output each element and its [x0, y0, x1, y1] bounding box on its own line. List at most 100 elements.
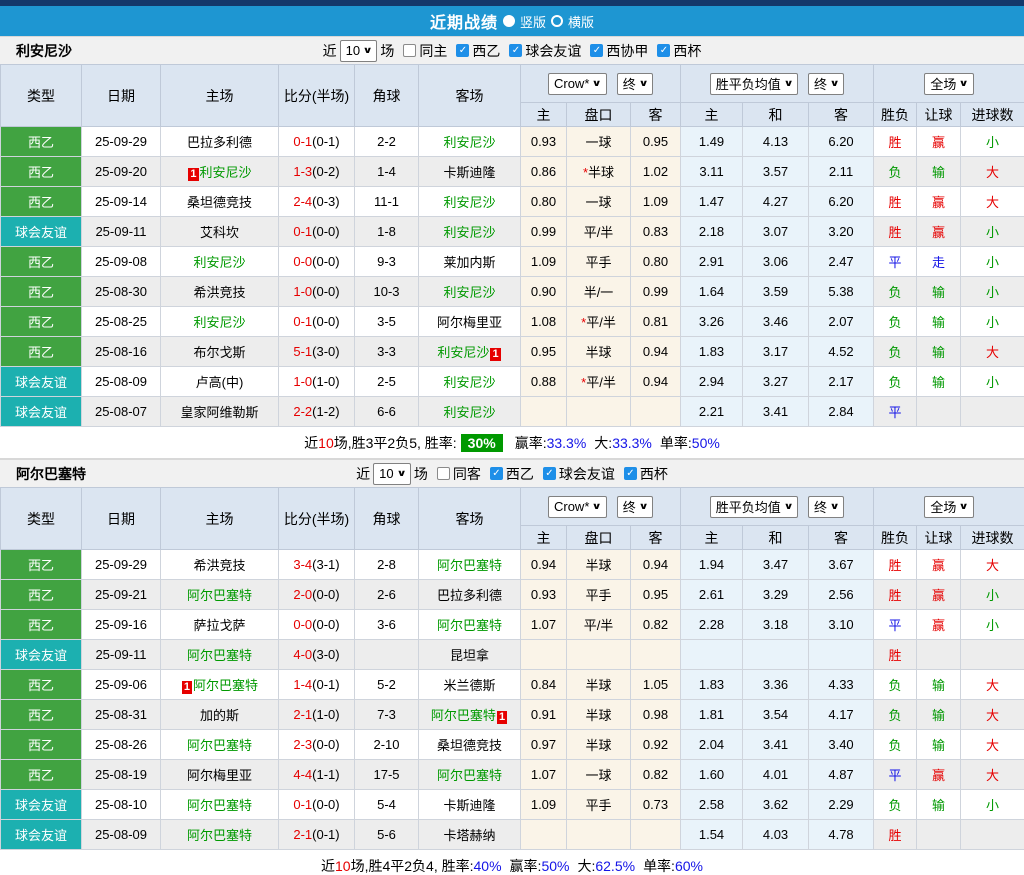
odds-final-select[interactable]: 终∨: [617, 496, 653, 518]
home-team-cell: 利安尼沙: [161, 247, 279, 277]
league-label[interactable]: 西杯: [640, 464, 668, 484]
recent-count-select[interactable]: 10∨: [373, 463, 411, 485]
score-cell: 4-4(1-1): [279, 760, 355, 790]
match-row: 西乙25-08-30希洪竞技1-0(0-0)10-3利安尼沙0.90半/一0.9…: [1, 277, 1024, 307]
horizontal-layout-label[interactable]: 横版: [568, 12, 594, 31]
odds-provider-select[interactable]: Crow*∨: [548, 73, 607, 95]
odds-away-cell: 0.95: [631, 580, 681, 610]
handicap-result-cell: 赢: [917, 550, 961, 580]
handicap-cell: [567, 820, 631, 850]
team-name-text: 巴拉多利德: [437, 588, 502, 603]
col-type: 类型: [1, 488, 82, 550]
avg-final-select[interactable]: 终∨: [808, 496, 844, 518]
avg-draw-cell: 3.06: [743, 247, 809, 277]
col-home: 主场: [161, 65, 279, 127]
league-checkbox[interactable]: ✓: [590, 44, 603, 57]
handicap-cell: 平手: [567, 580, 631, 610]
league-checkbox[interactable]: ✓: [624, 467, 637, 480]
avg-draw-cell: 3.47: [743, 550, 809, 580]
handicap-result-cell: 输: [917, 307, 961, 337]
match-date-cell: 25-08-31: [82, 700, 161, 730]
home-team-cell: 阿尔巴塞特: [161, 580, 279, 610]
away-team-cell: 阿尔巴塞特: [419, 550, 521, 580]
league-label[interactable]: 西乙: [506, 464, 534, 484]
team-name-text: 阿尔巴塞特: [187, 738, 252, 753]
corner-cell: 9-3: [355, 247, 419, 277]
goals-cell: 小: [961, 367, 1024, 397]
league-checkbox[interactable]: ✓: [456, 44, 469, 57]
league-type-cell: 球会友谊: [1, 367, 82, 397]
team-name-text: 利安尼沙: [437, 345, 489, 360]
same-home-label[interactable]: 同主: [419, 41, 447, 61]
league-label[interactable]: 西协甲: [606, 41, 648, 61]
match-row: 球会友谊25-09-11艾科坎0-1(0-0)1-8利安尼沙0.99平/半0.8…: [1, 217, 1024, 247]
league-checkbox[interactable]: ✓: [509, 44, 522, 57]
section-header-team2: 阿尔巴塞特 近 10∨ 场 同客 ✓ 西乙 ✓ 球会友谊 ✓ 西杯: [0, 459, 1024, 487]
team-name-text: 利安尼沙: [193, 315, 245, 330]
avg-select[interactable]: 胜平负均值∨: [710, 496, 798, 518]
handicap-cell: 一球: [567, 760, 631, 790]
league-checkbox[interactable]: ✓: [490, 467, 503, 480]
goals-cell: 大: [961, 157, 1024, 187]
avg-final-select[interactable]: 终∨: [808, 73, 844, 95]
result-cell: 平: [874, 760, 917, 790]
same-home-checkbox[interactable]: [403, 44, 416, 57]
odds-away-cell: 1.02: [631, 157, 681, 187]
team2-summary: 近10场,胜4平2负4, 胜率:40%赢率:50%大:62.5%单率:60%: [0, 850, 1024, 875]
away-team-cell: 利安尼沙1: [419, 337, 521, 367]
col-odds-home: 主: [521, 103, 567, 127]
odds-final-select[interactable]: 终∨: [617, 73, 653, 95]
vertical-layout-radio[interactable]: [503, 15, 515, 27]
league-type-cell: 西乙: [1, 277, 82, 307]
avg-draw-cell: 4.27: [743, 187, 809, 217]
corner-cell: 5-6: [355, 820, 419, 850]
result-cell: 负: [874, 790, 917, 820]
handicap-result-cell: 赢: [917, 217, 961, 247]
col-score: 比分(半场): [279, 65, 355, 127]
odds-away-cell: [631, 397, 681, 427]
league-checkbox[interactable]: ✓: [543, 467, 556, 480]
league-type-cell: 球会友谊: [1, 397, 82, 427]
goals-cell: 小: [961, 127, 1024, 157]
odds-away-cell: 0.80: [631, 247, 681, 277]
col-avg-away: 客: [809, 103, 874, 127]
goals-cell: 小: [961, 610, 1024, 640]
chevron-down-icon: ∨: [783, 501, 793, 512]
vertical-layout-label[interactable]: 竖版: [520, 12, 546, 31]
avg-select[interactable]: 胜平负均值∨: [710, 73, 798, 95]
same-away-label[interactable]: 同客: [453, 464, 481, 484]
league-label[interactable]: 西乙: [472, 41, 500, 61]
goals-cell: 小: [961, 277, 1024, 307]
league-label[interactable]: 球会友谊: [525, 41, 581, 61]
horizontal-layout-radio[interactable]: [551, 15, 563, 27]
chevron-down-icon: ∨: [830, 78, 840, 89]
odds-home-cell: 0.80: [521, 187, 567, 217]
col-date: 日期: [82, 488, 161, 550]
col-handicap: 盘口: [567, 526, 631, 550]
league-label[interactable]: 西杯: [673, 41, 701, 61]
match-date-cell: 25-08-19: [82, 760, 161, 790]
match-date-cell: 25-09-29: [82, 127, 161, 157]
avg-home-cell: 1.81: [681, 700, 743, 730]
avg-away-cell: 2.84: [809, 397, 874, 427]
handicap-cell: 半球: [567, 550, 631, 580]
goals-cell: 大: [961, 700, 1024, 730]
league-checkbox[interactable]: ✓: [657, 44, 670, 57]
handicap-cell: 半球: [567, 700, 631, 730]
avg-draw-cell: 3.54: [743, 700, 809, 730]
team-name-text: 桑坦德竞技: [187, 195, 252, 210]
page-title: 近期战绩: [430, 9, 498, 33]
recent-count-select[interactable]: 10∨: [340, 40, 378, 62]
handicap-result-cell: 输: [917, 700, 961, 730]
league-label[interactable]: 球会友谊: [559, 464, 615, 484]
match-date-cell: 25-08-25: [82, 307, 161, 337]
odds-away-cell: 0.82: [631, 610, 681, 640]
full-match-select[interactable]: 全场∨: [924, 73, 973, 95]
col-handicap-result: 让球: [917, 526, 961, 550]
full-match-select[interactable]: 全场∨: [924, 496, 973, 518]
avg-home-cell: 1.49: [681, 127, 743, 157]
team-name-text: 利安尼沙: [443, 285, 495, 300]
odds-provider-select[interactable]: Crow*∨: [548, 496, 607, 518]
match-date-cell: 25-08-10: [82, 790, 161, 820]
same-away-checkbox[interactable]: [437, 467, 450, 480]
